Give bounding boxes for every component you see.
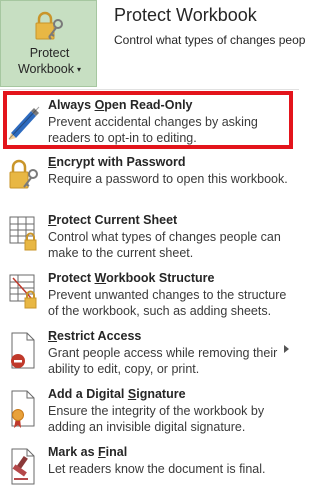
divider [0,89,299,90]
section-subtitle: Control what types of changes peop [114,33,306,47]
menu-item-add-digital-signature[interactable]: Add a Digital Signature Ensure the integ… [0,384,299,442]
menu-item-desc: Control what types of changes people can [48,230,281,244]
protect-workbook-label-1: Protect [29,46,70,60]
title-part: Mark as [48,445,99,459]
lock-key-icon [35,11,63,40]
title-part: Add a Digital [48,387,128,401]
title-part: inal [105,445,128,459]
menu-item-restrict-access[interactable]: Restrict Access Grant people access whil… [0,326,299,384]
menu-item-desc: Prevent unwanted changes to the structur… [48,288,287,302]
section-title: Protect Workbook [114,5,257,25]
final-stamp-icon [11,448,35,485]
title-part: orkbook Structure [106,271,215,285]
menu-item-desc: Grant people access while removing their [48,346,278,360]
sheet-lock-icon [9,216,37,251]
title-part: ignature [136,387,186,401]
menu-item-mark-as-final[interactable]: Mark as Final Let readers know the docum… [0,442,299,500]
menu-item-desc: ability to edit, copy, or print. [48,362,200,376]
menu-item-title: Protect Current Sheet [48,213,177,227]
access-key: W [94,271,107,285]
menu-item-title: Restrict Access [48,329,141,343]
access-key: S [127,387,137,401]
menu-item-title: Mark as Final [48,445,127,459]
menu-item-desc: adding an invisible digital signature. [48,420,246,434]
menu-item-desc: Require a password to open this workbook… [48,172,288,186]
menu-item-encrypt-with-password[interactable]: Encrypt with Password Require a password… [0,152,299,210]
title-part: ncrypt with Password [56,155,186,169]
title-part: rotect Current Sheet [56,213,178,227]
access-key: R [48,329,58,343]
protect-workbook-label-2: Workbook ▾ [1,62,98,77]
lock-key-icon [9,159,38,189]
menu-item-title: Protect Workbook Structure [48,271,214,285]
title-part: Protect [48,271,95,285]
menu-item-desc: make to the current sheet. [48,246,194,260]
menu-item-desc: of the workbook, such as adding sheets. [48,304,272,318]
menu-item-desc: Let readers know the document is final. [48,462,266,476]
chevron-down-icon: ▾ [77,65,82,74]
protect-workbook-label-2-text: Workbook [17,62,75,76]
menu-item-title: Encrypt with Password [48,155,186,169]
chevron-right-icon[interactable] [284,345,289,353]
signature-ribbon-icon [11,390,35,428]
menu-item-title: Add a Digital Signature [48,387,186,401]
title-part: estrict Access [57,329,142,343]
menu-item-desc: Ensure the integrity of the workbook by [48,404,265,418]
access-key: F [98,445,106,459]
protect-workbook-button[interactable]: Protect Workbook ▾ [0,0,97,87]
protect-workbook-header: Protect Workbook ▾ Protect Workbook Contr… [0,0,305,90]
structure-lock-icon [9,274,37,309]
restrict-icon [11,332,35,369]
menu-item-protect-current-sheet[interactable]: Protect Current Sheet Control what types… [0,210,299,268]
highlight-box [3,91,293,149]
menu-item-protect-workbook-structure[interactable]: Protect Workbook Structure Prevent unwan… [0,268,299,326]
